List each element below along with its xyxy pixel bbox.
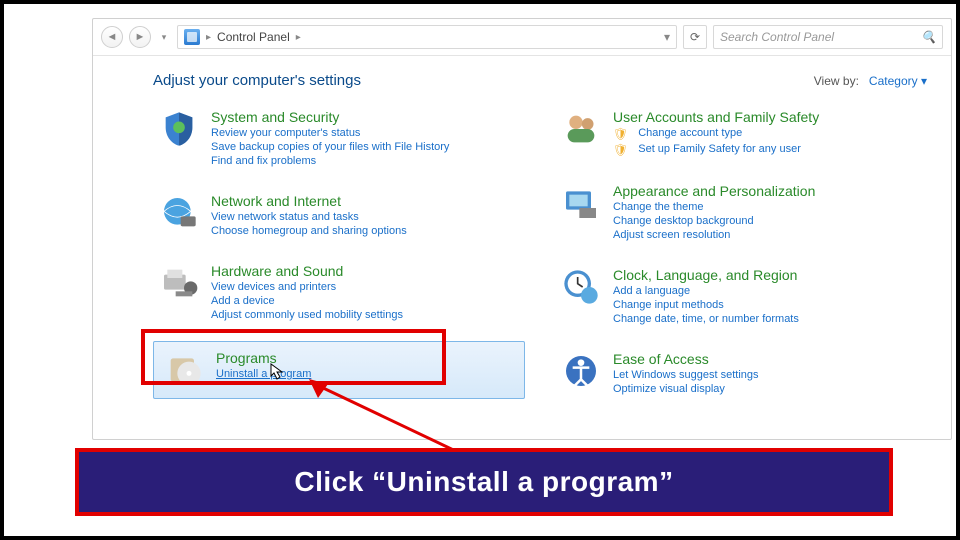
chevron-right-icon: ▸: [206, 32, 211, 43]
user-accounts-icon: [561, 109, 601, 149]
chevron-down-icon[interactable]: ▾: [664, 30, 670, 44]
category-title[interactable]: System and Security: [211, 109, 449, 125]
back-button[interactable]: ◄: [101, 26, 123, 48]
category-title[interactable]: Appearance and Personalization: [613, 183, 815, 199]
category-link[interactable]: Adjust commonly used mobility settings: [211, 309, 403, 321]
breadcrumb[interactable]: ▸ Control Panel ▸ ▾: [177, 25, 677, 49]
category-link[interactable]: Find and fix problems: [211, 155, 449, 167]
category-link[interactable]: Save backup copies of your files with Fi…: [211, 141, 449, 153]
ease-of-access-icon: [561, 351, 601, 391]
content-area: Adjust your computer's settings View by:…: [93, 56, 951, 434]
control-panel-icon: [184, 29, 200, 45]
shield-icon: [159, 109, 199, 149]
forward-button[interactable]: ►: [129, 26, 151, 48]
category-programs[interactable]: Programs Uninstall a program: [153, 341, 525, 399]
content-header: Adjust your computer's settings View by:…: [153, 72, 927, 89]
category-link[interactable]: Optimize visual display: [613, 383, 759, 395]
category-system-security[interactable]: System and Security Review your computer…: [153, 103, 525, 173]
category-link[interactable]: Change account type: [638, 127, 742, 141]
chevron-right-icon: ▸: [296, 32, 301, 43]
category-link[interactable]: Change the theme: [613, 201, 815, 213]
pointer-cursor-icon: [268, 362, 286, 382]
category-title[interactable]: Network and Internet: [211, 193, 407, 209]
page-title: Adjust your computer's settings: [153, 72, 361, 89]
category-link[interactable]: Set up Family Safety for any user: [638, 143, 801, 157]
view-by-label: View by:: [814, 74, 859, 88]
refresh-button[interactable]: ⟳: [683, 25, 707, 49]
link-uninstall-program[interactable]: Uninstall a program: [216, 368, 311, 380]
category-network-internet[interactable]: Network and Internet View network status…: [153, 187, 525, 243]
category-link[interactable]: View network status and tasks: [211, 211, 407, 223]
category-link[interactable]: Change input methods: [613, 299, 799, 311]
chevron-down-icon: ▾: [921, 74, 927, 88]
view-by-value[interactable]: Category: [869, 74, 918, 88]
category-appearance[interactable]: Appearance and Personalization Change th…: [555, 177, 927, 247]
category-link[interactable]: View devices and printers: [211, 281, 403, 293]
category-link[interactable]: Adjust screen resolution: [613, 229, 815, 241]
category-user-accounts[interactable]: User Accounts and Family Safety 🛡 Change…: [555, 103, 927, 163]
printer-speaker-icon: [159, 263, 199, 303]
search-icon: 🔍: [921, 30, 936, 44]
category-clock-language[interactable]: Clock, Language, and Region Add a langua…: [555, 261, 927, 331]
screenshot-frame: ◄ ► ▾ ▸ Control Panel ▸ ▾ ⟳ Search Contr…: [0, 0, 960, 540]
left-column: System and Security Review your computer…: [153, 103, 525, 401]
category-link[interactable]: Add a language: [613, 285, 799, 297]
right-column: User Accounts and Family Safety 🛡 Change…: [555, 103, 927, 401]
clock-globe-icon: [561, 267, 601, 307]
category-title[interactable]: Hardware and Sound: [211, 263, 403, 279]
category-link[interactable]: Choose homegroup and sharing options: [211, 225, 407, 237]
category-hardware-sound[interactable]: Hardware and Sound View devices and prin…: [153, 257, 525, 327]
instruction-caption: Click “Uninstall a program”: [75, 448, 893, 516]
control-panel-window: ◄ ► ▾ ▸ Control Panel ▸ ▾ ⟳ Search Contr…: [92, 18, 952, 440]
category-link[interactable]: Change desktop background: [613, 215, 815, 227]
category-link[interactable]: Change date, time, or number formats: [613, 313, 799, 325]
view-by-control[interactable]: View by: Category ▾: [814, 74, 927, 88]
category-title[interactable]: Clock, Language, and Region: [613, 267, 799, 283]
navigation-bar: ◄ ► ▾ ▸ Control Panel ▸ ▾ ⟳ Search Contr…: [93, 19, 951, 56]
category-ease-of-access[interactable]: Ease of Access Let Windows suggest setti…: [555, 345, 927, 401]
search-input[interactable]: Search Control Panel 🔍: [713, 25, 943, 49]
programs-disc-icon: [164, 350, 204, 390]
search-placeholder: Search Control Panel: [720, 30, 834, 44]
breadcrumb-label[interactable]: Control Panel: [217, 30, 290, 44]
category-title[interactable]: Programs: [216, 350, 311, 366]
history-dropdown[interactable]: ▾: [157, 26, 171, 48]
category-title[interactable]: Ease of Access: [613, 351, 759, 367]
category-columns: System and Security Review your computer…: [153, 103, 927, 401]
category-title[interactable]: User Accounts and Family Safety: [613, 109, 819, 125]
category-link[interactable]: Let Windows suggest settings: [613, 369, 759, 381]
appearance-icon: [561, 183, 601, 223]
shield-small-icon: 🛡: [613, 127, 628, 141]
category-link[interactable]: Add a device: [211, 295, 403, 307]
category-link[interactable]: Review your computer's status: [211, 127, 449, 139]
shield-small-icon: 🛡: [613, 143, 628, 157]
globe-network-icon: [159, 193, 199, 233]
